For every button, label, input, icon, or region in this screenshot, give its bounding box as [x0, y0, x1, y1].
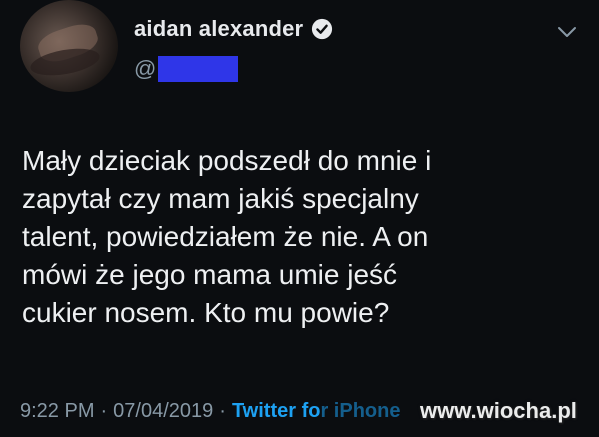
tweet-source-link[interactable]: Twitter fo [232, 400, 321, 423]
tweet-time[interactable]: 9:22 PM [20, 400, 94, 423]
chevron-down-icon[interactable] [556, 24, 578, 40]
tweet-card: aidan alexander @ Mały dzieciak podszedł… [0, 0, 599, 437]
tweet-date[interactable]: 07/04/2019 [113, 400, 213, 423]
watermark: www.wiocha.pl [420, 398, 577, 423]
display-name[interactable]: aidan alexander [134, 16, 303, 42]
handle-redaction [158, 56, 239, 82]
tweet-text: Mały dzieciak podszedł do mnie i zapytał… [22, 145, 432, 328]
user-name-row: aidan alexander [134, 16, 333, 42]
handle-prefix[interactable]: @ [134, 56, 156, 82]
tweet-source-link-obscured[interactable]: r iPhone [320, 400, 400, 423]
meta-separator-2: · [219, 400, 226, 422]
tweet-meta: 9:22 PM · 07/04/2019 · Twitter fo r iPhon… [20, 400, 400, 423]
meta-separator: · [100, 400, 108, 422]
verified-badge-icon [311, 18, 333, 40]
handle-row: @ [134, 56, 239, 82]
avatar[interactable] [20, 0, 118, 92]
